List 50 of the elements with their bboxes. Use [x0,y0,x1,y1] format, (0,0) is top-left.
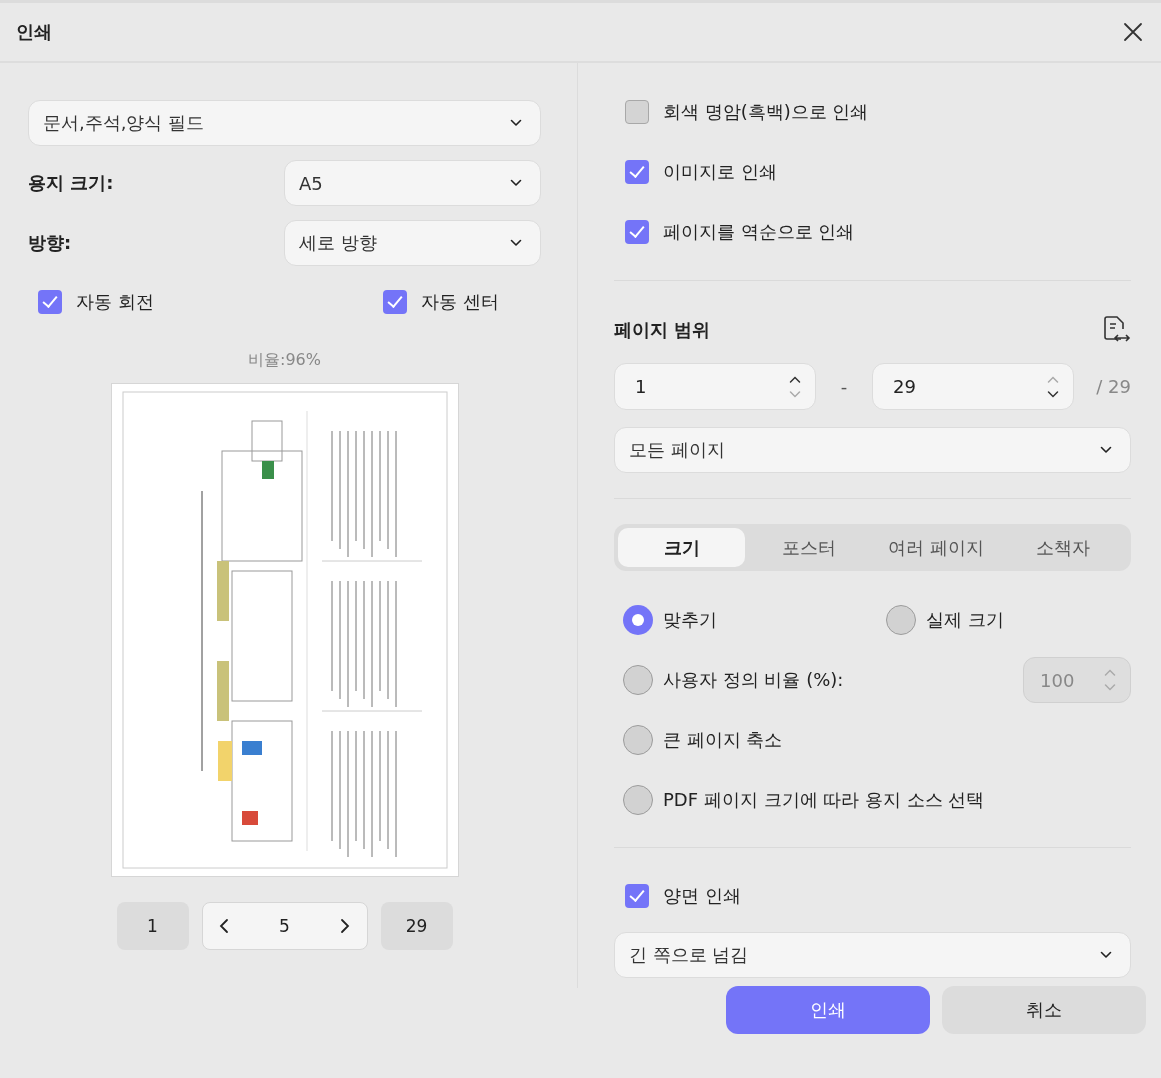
checkbox[interactable] [383,290,407,314]
radio-button[interactable] [623,605,653,635]
print-button[interactable]: 인쇄 [726,986,930,1034]
checkbox-label: 페이지를 역순으로 인쇄 [663,220,855,244]
section-title: 페이지 범위 [614,318,711,342]
tab[interactable]: 여러 페이지 [872,528,1000,567]
tab[interactable]: 크기 [618,528,746,567]
chevron-down-icon [1100,446,1112,454]
paper-size-dropdown[interactable]: A5 [284,160,541,206]
page-total: / 29 [1096,376,1131,397]
content-dropdown[interactable]: 문서,주석,양식 필드 [28,100,541,146]
chevron-down-icon [1100,951,1112,959]
range-separator: - [839,376,849,397]
checkbox-label: 자동 회전 [76,290,154,314]
page-subset-dropdown[interactable]: 모든 페이지 [614,427,1131,473]
dialog-title: 인쇄 [16,20,52,44]
from-page-field[interactable]: 1 [614,363,816,410]
tab[interactable]: 소책자 [999,528,1127,567]
checkbox[interactable] [625,160,649,184]
paper-size-label: 용지 크기: [28,171,114,195]
checkbox[interactable] [625,220,649,244]
radio-label: 큰 페이지 축소 [663,728,783,752]
radio-label: 실제 크기 [926,608,1004,632]
last-page-button[interactable]: 29 [380,902,453,950]
radio-label: PDF 페이지 크기에 따라 용지 소스 선택 [663,788,985,812]
checkbox[interactable] [625,100,649,124]
radio-button[interactable] [623,665,653,695]
orientation-label: 방향: [28,231,72,255]
cancel-button[interactable]: 취소 [942,986,1146,1034]
radio-button[interactable] [886,605,916,635]
chevron-down-icon [510,119,522,127]
current-page: 5 [279,916,290,936]
to-page-field[interactable]: 29 [872,363,1074,410]
radio-button[interactable] [623,785,653,815]
tab[interactable]: 포스터 [745,528,873,567]
first-page-button[interactable]: 1 [116,902,189,950]
checkbox[interactable] [625,884,649,908]
checkbox-label: 양면 인쇄 [663,884,741,908]
radio-label: 사용자 정의 비율 (%): [663,668,844,692]
chevron-down-icon [510,239,522,247]
checkbox[interactable] [38,290,62,314]
scale-text: 비율:96% [248,350,321,371]
checkbox-label: 이미지로 인쇄 [663,160,777,184]
checkbox-label: 회색 명암(흑백)으로 인쇄 [663,100,869,124]
chevron-down-icon [510,179,522,187]
flip-dropdown[interactable]: 긴 쪽으로 넘김 [614,932,1131,978]
orientation-dropdown[interactable]: 세로 방향 [284,220,541,266]
checkbox-label: 자동 센터 [421,290,499,314]
radio-button[interactable] [623,725,653,755]
radio-label: 맞추기 [663,608,717,632]
